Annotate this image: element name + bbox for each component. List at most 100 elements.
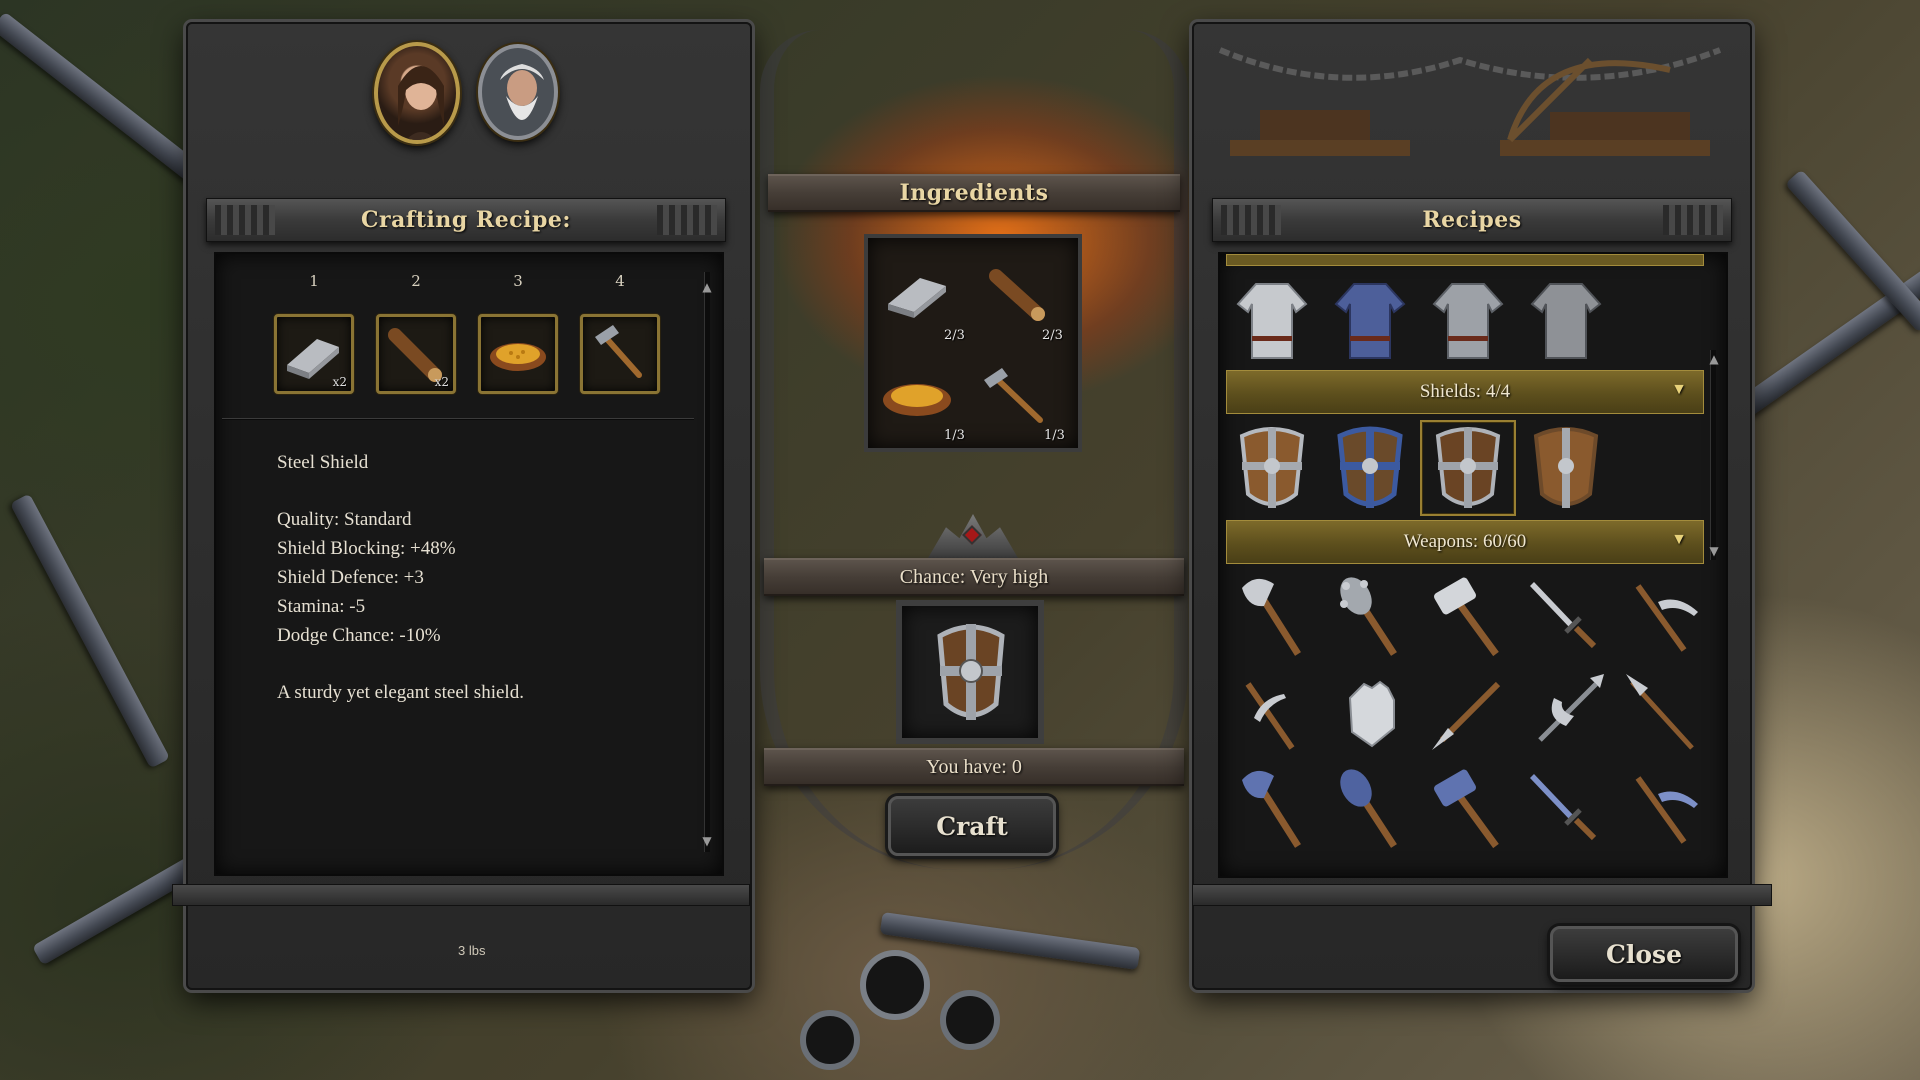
recipe-weapon-dagger-2[interactable] <box>1518 762 1614 858</box>
dagger-icon <box>1530 582 1597 649</box>
recipe-shield-3-selected[interactable] <box>1420 420 1516 516</box>
hammer-icon <box>984 368 1043 423</box>
scroll-up-icon[interactable]: ▲ <box>700 272 714 302</box>
dagger-icon <box>1530 774 1597 841</box>
ingredient-count-hammer: 1/3 <box>1044 428 1065 443</box>
weapons-category-label: Weapons: 60/60 <box>1403 531 1527 552</box>
recipe-weapon-mace[interactable] <box>1322 570 1418 666</box>
footer-bar <box>172 884 750 906</box>
stat-dodge-chance: Dodge Chance: -10% <box>277 625 441 646</box>
old-man-portrait-icon[interactable] <box>478 44 558 140</box>
recipe-shield-2[interactable] <box>1322 420 1418 516</box>
bowl-of-grain-icon <box>883 384 951 416</box>
recipe-shield-1[interactable] <box>1224 420 1320 516</box>
scroll-down-icon[interactable]: ▼ <box>1707 536 1721 566</box>
recipe-weapon-dagger[interactable] <box>1518 570 1614 666</box>
axe-icon <box>1242 578 1301 656</box>
recipes-list: Shields: 4/4 ▼ Weapons: 60/60 ▼ <box>1218 252 1728 878</box>
close-button[interactable]: Close <box>1550 926 1738 982</box>
steel-shield-icon <box>937 624 1005 720</box>
recipe-slot-2[interactable]: x2 <box>376 314 456 394</box>
tool-rack-decoration <box>1210 30 1730 170</box>
woman-portrait-icon[interactable] <box>374 42 460 144</box>
slot-number-1: 1 <box>309 272 319 290</box>
scroll-down-icon[interactable]: ▼ <box>700 826 714 856</box>
recipe-weapon-pickaxe-3[interactable] <box>1616 762 1712 858</box>
slot-number-3: 3 <box>513 272 523 290</box>
slot-number-2: 2 <box>411 272 421 290</box>
chainmail-shirt-icon <box>1236 283 1308 359</box>
recipe-slot-3[interactable] <box>478 314 558 394</box>
slot-quantity: x2 <box>434 375 449 389</box>
blue-shield-icon <box>1337 426 1403 508</box>
ingredients-strap: Ingredients <box>768 174 1180 212</box>
weapons-category-bar[interactable]: Weapons: 60/60 ▼ <box>1226 520 1704 564</box>
recipe-slot-4[interactable] <box>580 314 660 394</box>
recipe-shield-4[interactable] <box>1518 420 1614 516</box>
recipe-weapon-spear[interactable] <box>1420 666 1516 762</box>
bowl-of-grain-icon <box>490 343 546 371</box>
recipe-chainmail-4[interactable] <box>1518 272 1614 368</box>
recipe-weapon-gauntlet[interactable] <box>1322 666 1418 762</box>
footer-bar <box>1192 884 1772 906</box>
recipe-slot-1[interactable]: x2 <box>274 314 354 394</box>
stat-stamina: Stamina: -5 <box>277 596 366 617</box>
ingredients-title: Ingredients <box>899 180 1049 206</box>
recipe-weapon-axe[interactable] <box>1224 570 1320 666</box>
recipe-chainmail-1[interactable] <box>1224 272 1320 368</box>
chevron-down-icon: ▼ <box>1671 381 1687 398</box>
recipe-chainmail-3[interactable] <box>1420 272 1516 368</box>
chevron-down-icon: ▼ <box>1671 531 1687 548</box>
steel-shield-icon <box>1435 427 1501 508</box>
recipes-scrollbar[interactable] <box>1710 350 1716 560</box>
recipe-weapon-axe-2[interactable] <box>1224 762 1320 858</box>
item-description: A sturdy yet elegant steel shield. <box>277 682 524 703</box>
pickaxe-icon <box>1635 584 1698 652</box>
halberd-icon <box>1538 674 1604 742</box>
spear-icon <box>1432 681 1501 750</box>
pickaxe-icon <box>1245 682 1295 750</box>
gauntlet-icon <box>1348 680 1395 748</box>
recipes-title: Recipes <box>1422 207 1522 233</box>
steel-ingot-icon <box>888 278 946 318</box>
chainmail-shirt-icon <box>1530 283 1602 359</box>
stat-shield-defence: Shield Defence: +3 <box>277 567 424 588</box>
stat-quality: Quality: Standard <box>277 509 412 530</box>
ingredient-count-wood: 2/3 <box>1042 328 1063 343</box>
crafting-recipe-banner: Crafting Recipe: <box>206 198 726 242</box>
recipe-weapon-pickaxe-2[interactable] <box>1224 666 1320 762</box>
spiked-mace-icon <box>1340 577 1397 656</box>
warhammer-icon <box>1434 577 1499 657</box>
recipe-weapon-warhammer-2[interactable] <box>1420 762 1516 858</box>
chance-label: Chance: Very high <box>899 565 1049 588</box>
recipe-weapon-warhammer[interactable] <box>1420 570 1516 666</box>
shields-category-label: Shields: 4/4 <box>1419 381 1511 402</box>
hammer-icon <box>595 325 642 378</box>
recipes-banner: Recipes <box>1212 198 1732 242</box>
result-box <box>896 600 1044 744</box>
wooden-shield-icon <box>1239 427 1305 508</box>
scroll-up-icon[interactable]: ▲ <box>1707 344 1721 374</box>
blue-chainmail-shirt-icon <box>1334 283 1406 359</box>
warhammer-icon <box>1434 769 1499 849</box>
pickaxe-icon <box>1635 776 1698 844</box>
ingredient-count-grain: 1/3 <box>944 428 965 443</box>
you-have-strap: You have: 0 <box>764 748 1184 786</box>
spear-icon <box>1626 674 1694 750</box>
item-name: Steel Shield <box>277 452 369 473</box>
chainmail-shirt-icon <box>1432 283 1504 359</box>
you-have-label: You have: 0 <box>926 755 1022 778</box>
shields-category-bar[interactable]: Shields: 4/4 ▼ <box>1226 370 1704 414</box>
stat-shield-blocking: Shield Blocking: +48% <box>277 538 456 559</box>
wood-log-icon <box>989 269 1045 321</box>
recipe-weapon-mace-2[interactable] <box>1322 762 1418 858</box>
spiked-mace-icon <box>1340 769 1397 848</box>
recipe-scrollbar[interactable] <box>704 272 710 852</box>
craft-button[interactable]: Craft <box>888 796 1056 856</box>
recipe-chainmail-2[interactable] <box>1322 272 1418 368</box>
recipe-weapon-pickaxe[interactable] <box>1616 570 1712 666</box>
axe-icon <box>1242 770 1301 848</box>
recipe-weapon-halberd[interactable] <box>1518 666 1614 762</box>
recipe-weapon-spear-2[interactable] <box>1616 666 1712 762</box>
crafting-recipe-title: Crafting Recipe: <box>361 207 571 233</box>
